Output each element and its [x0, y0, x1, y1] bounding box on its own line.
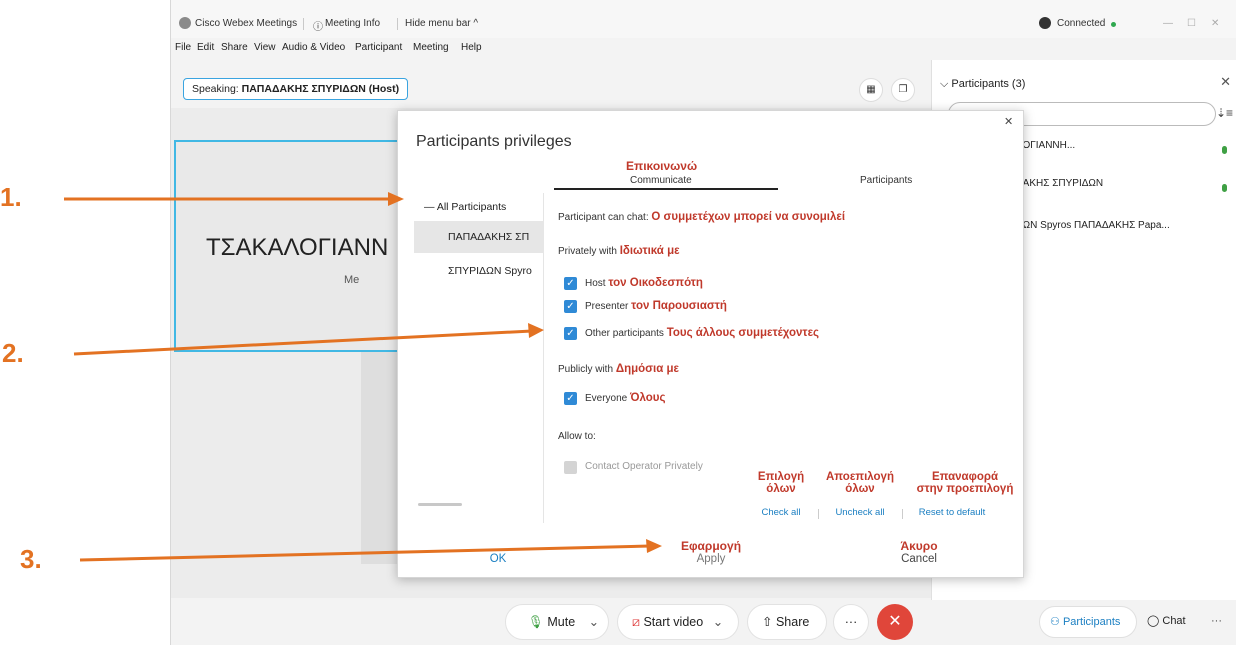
step-number-3: 3. — [20, 544, 42, 574]
screenshot-stage: { "titlebar": { "app_title": "Cisco Webe… — [0, 0, 1236, 645]
step-number-2: 2. — [2, 338, 24, 368]
arrow-1-head — [388, 192, 404, 206]
arrow-3-line — [79, 544, 651, 562]
arrow-2-head — [528, 323, 544, 338]
annotation-arrows — [64, 192, 662, 562]
step-number-1: 1. — [0, 182, 22, 212]
arrow-3-head — [646, 539, 662, 553]
arrow-2-line — [73, 329, 533, 356]
